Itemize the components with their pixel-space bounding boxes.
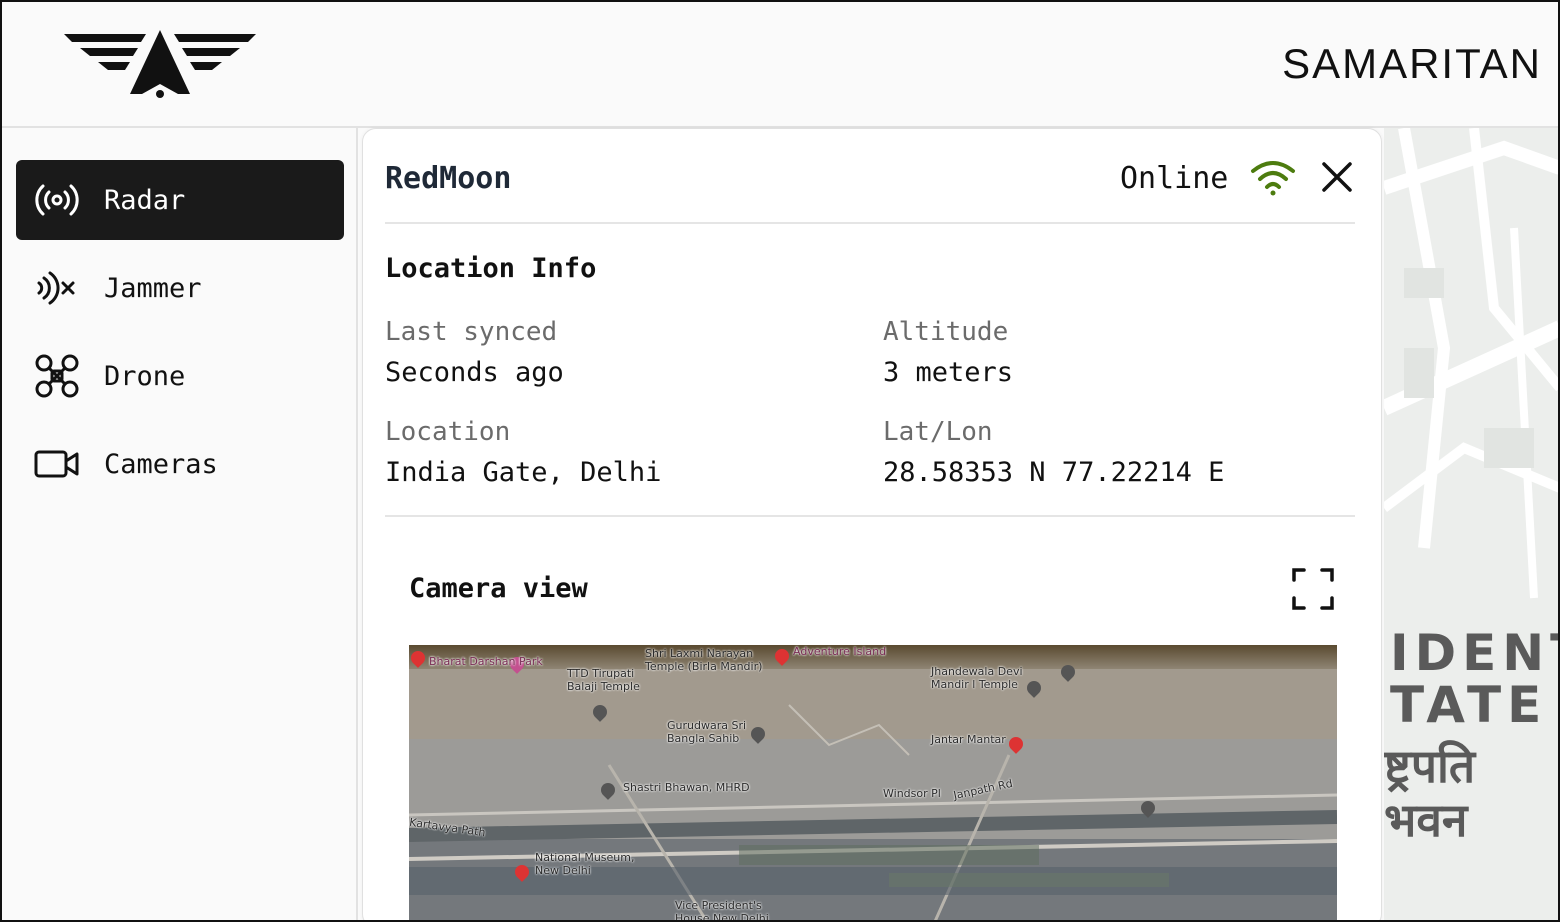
fullscreen-icon[interactable] [1291,567,1335,611]
map-background[interactable]: IDENT TATE ष्ट्रपति भवन [1384,128,1560,922]
camera-terrain [409,645,1337,922]
map-label: IDENT [1390,624,1560,682]
divider [385,515,1355,517]
app-header: SAMARITAN [0,0,1560,128]
brand-name: SAMARITAN [1282,40,1542,87]
location-label: Location [385,417,511,447]
device-detail-panel: RedMoon Online Location Info Last synced… [362,128,1382,922]
sidebar-item-label: Jammer [104,272,202,304]
map-place-label: TTD Tirupati Balaji Temple [567,667,640,693]
samaritan-logo-icon[interactable] [62,28,258,100]
map-place-label: Jhandewala Devi Mandir l Temple [931,665,1023,691]
section-title-location-info: Location Info [385,253,597,284]
map-place-label: Gurudwara Sri Bangla Sahib [667,719,747,745]
map-place-label: Bharat Darshan Park [429,655,543,668]
map-place-label: Windsor Pl [883,787,941,800]
map-label: भवन [1384,793,1468,847]
location-value: India Gate, Delhi [385,457,662,488]
map-label: ष्ट्रपति [1384,739,1476,793]
map-label: TATE [1390,676,1548,734]
drone-icon [34,353,80,399]
sidebar-item-label: Drone [104,360,186,392]
map-place-label: Shastri Bhawan, MHRD [623,781,750,794]
jammer-icon [34,265,80,311]
latlon-label: Lat/Lon [883,417,993,447]
map-place-label: National Museum, New Delhi [535,851,635,877]
altitude-value: 3 meters [883,357,1014,388]
divider [385,222,1355,224]
last-synced-value: Seconds ago [385,357,564,388]
wifi-signal-icon [1251,161,1295,196]
camera-view-title: Camera view [409,573,588,604]
map-place-label: Jantar Mantar [931,733,1006,746]
sidebar-item-radar[interactable]: Radar [16,160,344,240]
map-place-label: Vice President's House New Delhi [675,899,769,922]
last-synced-label: Last synced [385,317,558,347]
sidebar-item-label: Radar [104,184,186,216]
latlon-value: 28.58353 N 77.22214 E [883,457,1225,488]
status-text: Online [1120,161,1229,196]
radar-icon [34,177,80,223]
camera-icon [34,441,80,487]
close-icon[interactable] [1319,159,1355,195]
sidebar-item-label: Cameras [104,448,218,480]
sidebar-item-drone[interactable]: Drone [16,336,344,416]
altitude-label: Altitude [883,317,1009,347]
map-place-label: Adventure Island [793,645,887,658]
camera-feed[interactable]: Bharat Darshan Park TTD Tirupati Balaji … [409,645,1337,922]
map-place-label: Shri Laxmi Narayan Temple (Birla Mandir) [645,647,763,673]
sidebar-item-jammer[interactable]: Jammer [16,248,344,328]
sidebar: Radar Jammer Drone Cameras [0,128,358,922]
device-name: RedMoon [385,161,512,196]
sidebar-item-cameras[interactable]: Cameras [16,424,344,504]
